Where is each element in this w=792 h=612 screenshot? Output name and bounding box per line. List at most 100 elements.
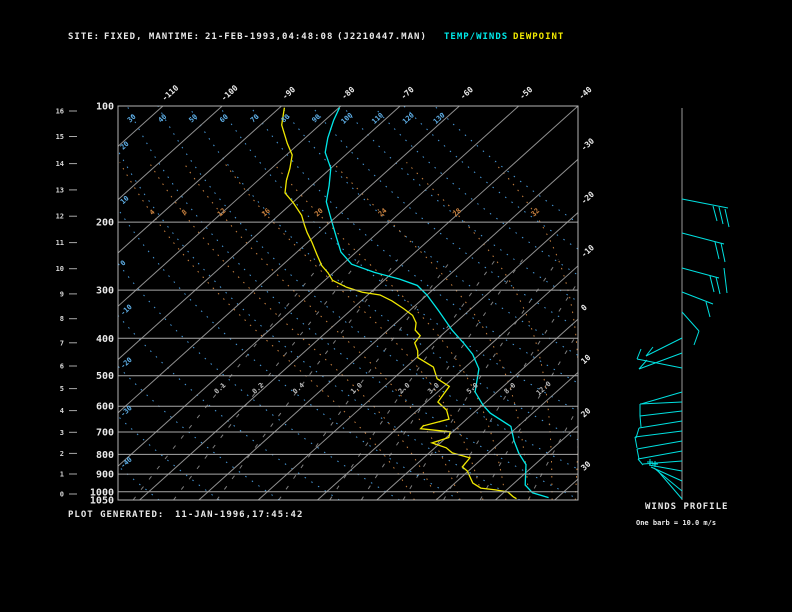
theta-label-top: 120 (401, 111, 416, 125)
mixing-ratio-line (360, 259, 524, 500)
isotherm-label-right: -20 (579, 190, 596, 206)
wind-barb (720, 242, 726, 263)
height-label: 4 (60, 407, 64, 415)
isotherm-label-top: -90 (280, 85, 297, 101)
wind-barb (712, 205, 718, 222)
wind-barb (681, 291, 714, 305)
pressure-label: 600 (96, 402, 114, 413)
pressure-label: 400 (96, 334, 114, 345)
moist-adiabat-label: 28 (451, 207, 463, 219)
isotherm-line (118, 106, 520, 467)
dry-adiabat-line (434, 106, 578, 224)
theta-label-top: 70 (249, 113, 261, 125)
height-label: 14 (56, 160, 64, 168)
isotherm-label-top: -100 (219, 83, 239, 103)
moist-adiabat-label: 8 (180, 208, 188, 217)
mixing-ratio-label: 5.0 (465, 381, 480, 395)
theta-label-top: 60 (218, 113, 230, 125)
mixing-ratio-label: 0.2 (251, 381, 266, 395)
moist-adiabat-line (332, 162, 530, 500)
isotherm-label-top: -70 (399, 85, 416, 101)
pressure-label: 500 (96, 371, 114, 382)
theta-label-top: 40 (157, 113, 169, 125)
plot-generated-value: 11-JAN-1996,17:45:42 (175, 510, 304, 520)
isotherm-line (495, 425, 578, 500)
height-label: 8 (60, 315, 64, 323)
theta-label-top: 130 (432, 111, 447, 125)
wind-barb (681, 311, 700, 332)
plot-generated-label: PLOT GENERATED: (68, 510, 165, 520)
mixing-ratio-line (329, 259, 496, 500)
wind-barb (693, 330, 700, 346)
wind-barb (637, 458, 644, 466)
pressure-label: 700 (96, 428, 114, 439)
mixing-ratio-label: 8.0 (503, 381, 518, 395)
mixing-ratio-label: 0.4 (291, 381, 306, 395)
dry-adiabat-line (118, 415, 220, 500)
isotherm-label-right: -10 (579, 243, 596, 259)
wind-barb (681, 267, 720, 279)
mixing-ratio-label: 2.0 (397, 381, 412, 395)
dry-adiabat-line (403, 106, 578, 250)
dry-adiabat-line (342, 106, 578, 303)
mixing-ratio-line (479, 331, 578, 500)
height-label: 2 (60, 450, 64, 458)
theta-label-left: 0 (119, 259, 127, 268)
pressure-label: 300 (96, 286, 114, 297)
height-label: 3 (60, 429, 64, 437)
mixing-ratio-label: 12.0 (535, 380, 553, 397)
theta-label-top: 50 (188, 113, 200, 125)
wind-barb (634, 436, 638, 449)
moist-adiabat-label: 24 (377, 207, 389, 219)
skewt-sounding-screen: SITE: FIXED, MAN TIME: 21-FEB-1993,04:48… (0, 0, 792, 612)
wind-barb (709, 275, 715, 293)
moist-adiabat-label: 20 (313, 207, 325, 219)
wind-barb (705, 301, 711, 318)
theta-label-top: 110 (370, 111, 385, 125)
height-label: 13 (56, 186, 64, 194)
height-label: 5 (60, 385, 64, 393)
height-label: 16 (56, 107, 64, 115)
theta-label-left: -10 (119, 303, 134, 317)
theta-label-left: 20 (119, 140, 131, 152)
height-label: 11 (56, 239, 64, 247)
isotherm-label-top: -50 (518, 85, 535, 101)
isotherm-label-right: 30 (579, 459, 592, 472)
dry-adiabat-line (118, 314, 340, 500)
pressure-label: 1050 (90, 495, 114, 506)
isotherm-line (435, 371, 578, 500)
wind-barb (636, 440, 683, 450)
wind-barb (639, 410, 683, 417)
wind-barb (637, 450, 683, 460)
theta-label-left: -40 (119, 456, 134, 470)
isotherm-line (317, 265, 578, 500)
wind-barb (638, 420, 683, 429)
height-label: 10 (56, 265, 64, 273)
isotherm-line (554, 478, 578, 500)
wind-barb (639, 415, 642, 428)
dry-adiabat-line (118, 262, 400, 500)
mixing-ratio-label: 3.0 (426, 381, 441, 395)
isotherm-line (257, 211, 578, 500)
wind-barb (645, 337, 683, 357)
wind-barb (636, 348, 642, 360)
wind-barb (718, 206, 724, 225)
moist-adiabat-line (272, 162, 507, 500)
isotherm-line (118, 106, 164, 148)
isotherm-label-top: -110 (160, 83, 180, 103)
dry-adiabat-line (218, 106, 578, 412)
isotherm-label-right: -30 (579, 136, 596, 152)
wind-barb (714, 241, 720, 260)
isotherm-line (118, 106, 282, 254)
moist-adiabat-label: 16 (260, 207, 272, 219)
moist-adiabat-label: 4 (148, 208, 156, 217)
theta-label-left: -20 (119, 356, 134, 370)
pressure-label: 900 (96, 470, 114, 481)
winds-profile-caption: One barb = 10.0 m/s (636, 519, 717, 527)
dry-adiabat-line (157, 106, 578, 470)
isotherm-line (118, 106, 223, 201)
wind-barb (636, 448, 640, 460)
pressure-label: 200 (96, 218, 114, 229)
moist-adiabat-line (148, 162, 438, 500)
isotherm-line (139, 106, 578, 500)
